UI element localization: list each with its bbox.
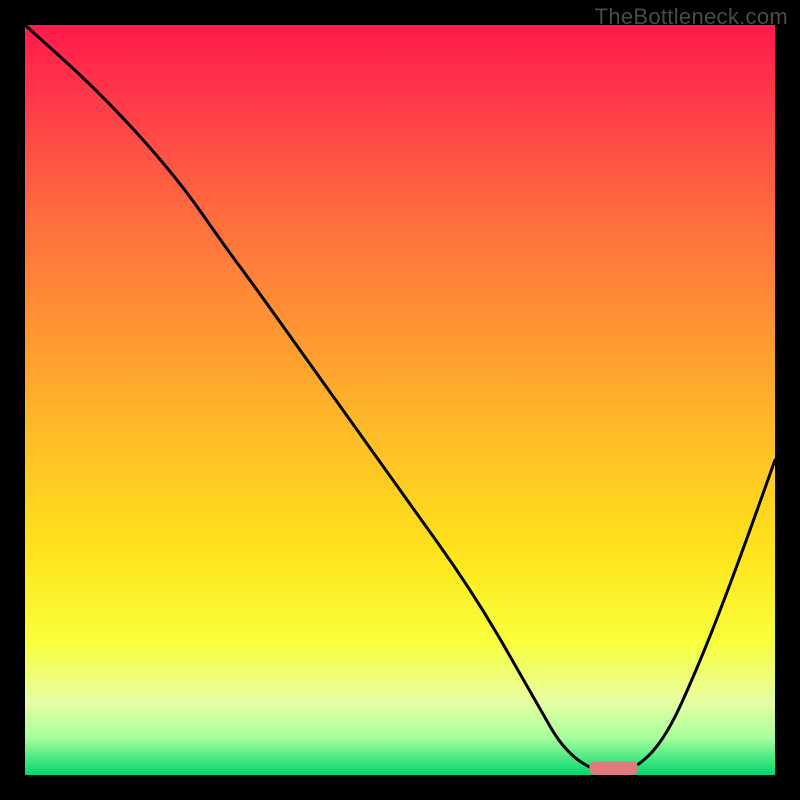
watermark-label: TheBottleneck.com	[595, 4, 788, 30]
chart-svg	[25, 25, 775, 775]
marker-highlight	[589, 762, 638, 776]
plot-area	[25, 25, 775, 775]
chart-frame: TheBottleneck.com	[0, 0, 800, 800]
gradient-background	[25, 25, 775, 775]
